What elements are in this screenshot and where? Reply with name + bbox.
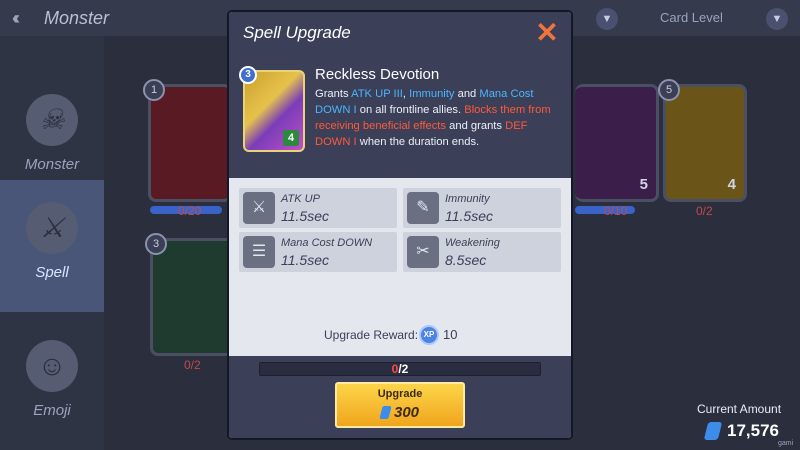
card-progress-bar: 0/2: [259, 362, 541, 376]
effect-mana-cost-down: ☰ Mana Cost DOWN 11.5sec: [239, 232, 397, 272]
card-cost: 4: [727, 176, 736, 193]
sidebar-item-label: Spell: [35, 264, 69, 281]
weakening-icon: ✂: [407, 236, 439, 268]
mana-cost-down-icon: ☰: [243, 236, 275, 268]
atk-up-icon: ⚔: [243, 192, 275, 224]
card-count: 0/2: [696, 204, 713, 218]
reward-token-icon: XP: [419, 325, 439, 345]
dialog-title: Spell Upgrade: [243, 23, 351, 42]
card-level-badge: 1: [143, 79, 165, 101]
effect-duration: 11.5sec: [445, 208, 493, 224]
dialog-header: Spell Upgrade ✕: [229, 12, 571, 56]
progress-current: 0: [391, 362, 399, 376]
effect-atk-up: ⚔ ATK UP 11.5sec: [239, 188, 397, 228]
effect-duration: 11.5sec: [281, 252, 329, 268]
spell-cost-badge: 4: [283, 130, 299, 146]
card-level-filter[interactable]: Card Level: [660, 10, 723, 25]
progress-total: 2: [401, 362, 409, 376]
upgrade-button[interactable]: Upgrade 300: [335, 382, 465, 428]
spell-card[interactable]: 3: [145, 233, 234, 356]
spell-upgrade-dialog: Spell Upgrade ✕ 3 4 Reckless Devotion Gr…: [229, 12, 571, 438]
card-count: 0/10: [604, 204, 628, 218]
card-level-badge: 3: [145, 233, 167, 255]
effect-duration: 11.5sec: [281, 208, 329, 224]
desc-text: when the duration ends.: [356, 136, 480, 148]
effects-grid: ⚔ ATK UP 11.5sec ✎ Immunity 11.5sec ☰ Ma…: [239, 188, 561, 276]
sidebar-item-spell[interactable]: ⚔ Spell: [0, 180, 104, 312]
upgrade-footer: 0/2 Upgrade 300: [229, 356, 571, 438]
current-amount-value: 17,576: [727, 421, 779, 440]
desc-text: on all frontline allies.: [356, 104, 465, 116]
desc-buff-atk-up: ATK UP III: [351, 88, 403, 100]
sidebar-item-label: Monster: [24, 156, 80, 173]
spell-description: Grants ATK UP III, Immunity and Mana Cos…: [315, 86, 561, 150]
crossed-swords-icon: ⚔: [26, 202, 78, 254]
sidebar-item-emoji[interactable]: ☺ Emoji: [0, 318, 104, 450]
spell-name: Reckless Devotion: [315, 66, 440, 83]
desc-text: and grants: [446, 120, 506, 132]
card-cost: 5: [639, 176, 648, 193]
close-icon[interactable]: ✕: [533, 19, 561, 47]
blue-gem-icon: [379, 406, 392, 420]
effect-name: Weakening: [445, 237, 500, 249]
desc-text: and: [454, 88, 480, 100]
upgrade-reward-value: 10: [443, 327, 458, 342]
progress-text: 0/2: [391, 362, 409, 376]
watermark: gami: [778, 440, 794, 447]
spell-card[interactable]: 1: [143, 79, 232, 202]
immunity-icon: ✎: [407, 192, 439, 224]
spell-level-badge: 3: [239, 66, 257, 84]
smiley-icon: ☺: [26, 340, 78, 392]
blue-gem-icon: [703, 422, 723, 440]
card-count: 0/2: [184, 358, 201, 372]
sort-dropdown-icon[interactable]: ▼: [596, 8, 618, 30]
effect-weakening: ✂ Weakening 8.5sec: [403, 232, 561, 272]
effect-name: Mana Cost DOWN: [281, 237, 373, 249]
upgrade-reward-label: Upgrade Reward:: [324, 328, 419, 342]
effect-name: ATK UP: [281, 193, 320, 205]
card-level-badge: 5: [658, 79, 680, 101]
card-count: 0/20: [178, 204, 202, 218]
upgrade-cost-row: 300: [337, 404, 463, 422]
current-amount-label: Current Amount: [697, 402, 782, 416]
spell-description-panel: 3 4 Reckless Devotion Grants ATK UP III,…: [229, 56, 571, 178]
upgrade-cost: 300: [393, 404, 420, 422]
sidebar-item-label: Emoji: [33, 402, 71, 419]
filter-dropdown-icon[interactable]: ▼: [766, 8, 788, 30]
spell-card[interactable]: 5 4: [658, 79, 747, 202]
effect-duration: 8.5sec: [445, 252, 487, 268]
spell-card-image: 3 4: [239, 66, 305, 152]
page-title: Monster: [44, 8, 110, 28]
effect-name: Immunity: [445, 193, 490, 205]
back-arrow-icon[interactable]: ‹‹: [12, 8, 20, 29]
effect-immunity: ✎ Immunity 11.5sec: [403, 188, 561, 228]
sidebar: ☠ Monster ⚔ Spell ☺ Emoji: [0, 36, 104, 450]
spell-card[interactable]: 5: [575, 84, 659, 202]
monster-icon: ☠: [26, 94, 78, 146]
upgrade-button-label: Upgrade: [377, 388, 423, 400]
desc-text: Grants: [315, 88, 352, 100]
desc-buff-immunity: Immunity: [409, 88, 455, 100]
